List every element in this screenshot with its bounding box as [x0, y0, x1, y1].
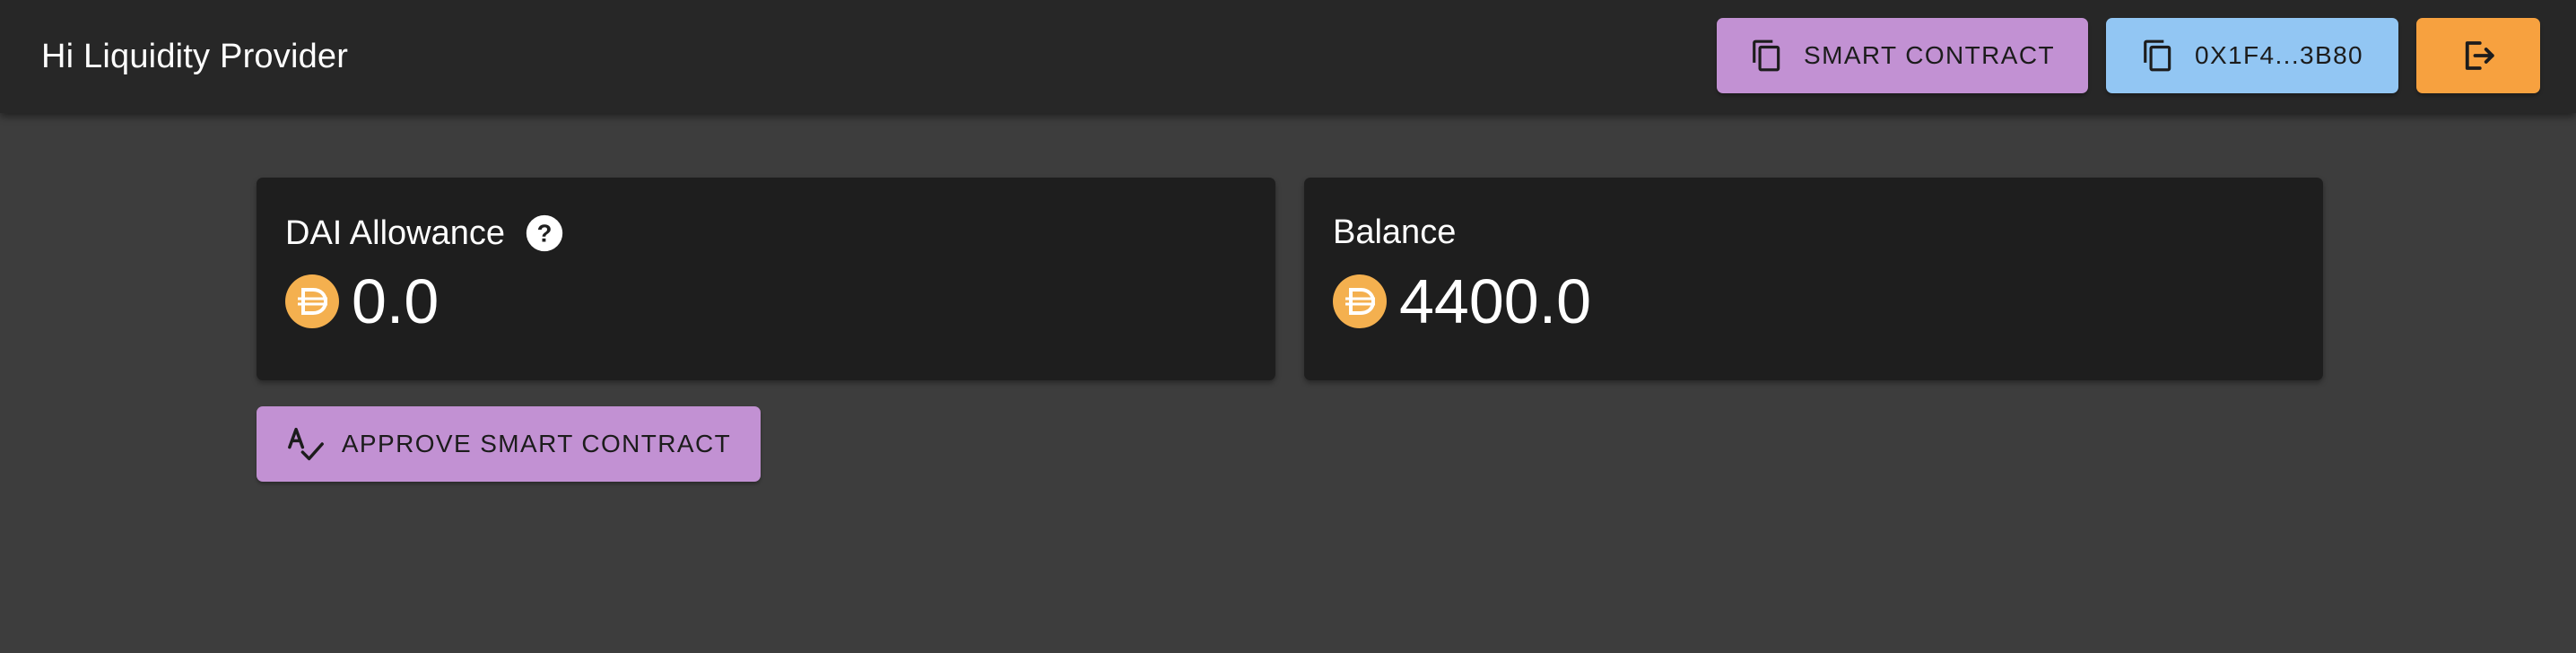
- approve-smart-contract-button[interactable]: APPROVE SMART CONTRACT: [257, 406, 761, 482]
- balance-value: 4400.0: [1399, 266, 1592, 336]
- balance-title: Balance: [1333, 213, 1457, 251]
- balance-card: Balance 4400.0: [1304, 178, 2323, 380]
- dai-icon: [285, 274, 339, 328]
- copy-icon: [1750, 37, 1784, 74]
- smart-contract-label: SMART CONTRACT: [1804, 41, 2055, 69]
- app-bar: Hi Liquidity Provider SMART CONTRACT 0X1…: [0, 0, 2576, 113]
- help-icon[interactable]: ?: [525, 213, 564, 253]
- dai-allowance-title: DAI Allowance: [285, 213, 506, 252]
- approve-smart-contract-label: APPROVE SMART CONTRACT: [341, 430, 732, 457]
- dai-allowance-amount-row: 0.0: [285, 269, 439, 334]
- page-title: Hi Liquidity Provider: [41, 38, 349, 75]
- dai-allowance-value: 0.0: [352, 266, 439, 336]
- dai-allowance-card: DAI Allowance ? 0.0: [257, 178, 1275, 380]
- svg-text:?: ?: [537, 220, 553, 248]
- copy-address-button[interactable]: 0X1F4...3B80: [2106, 18, 2398, 93]
- copy-smart-contract-button[interactable]: SMART CONTRACT: [1717, 18, 2088, 93]
- balance-heading: Balance: [1333, 213, 1456, 252]
- logout-button[interactable]: [2416, 18, 2540, 93]
- spellcheck-icon: [286, 426, 326, 462]
- copy-icon: [2141, 37, 2175, 74]
- dai-allowance-heading: DAI Allowance ?: [285, 213, 564, 253]
- balance-amount-row: 4400.0: [1333, 269, 1591, 334]
- logout-icon: [2458, 37, 2499, 74]
- dai-icon: [1333, 274, 1387, 328]
- wallet-address-label: 0X1F4...3B80: [2194, 41, 2364, 69]
